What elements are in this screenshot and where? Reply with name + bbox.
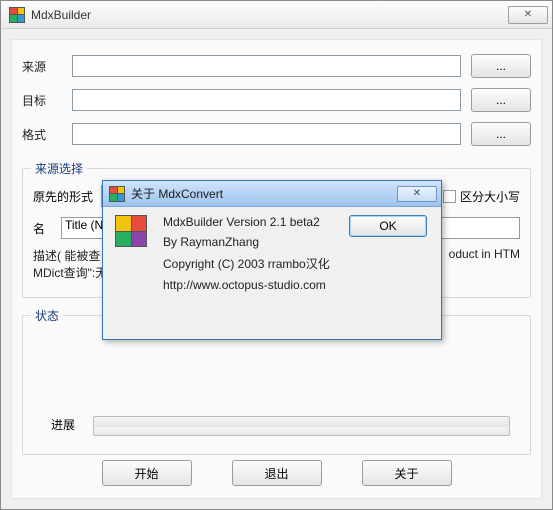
- dialog-line-url: http://www.octopus-studio.com: [163, 278, 429, 292]
- format-label: 格式: [22, 126, 72, 143]
- app-icon: [9, 7, 25, 23]
- desc-right: oduct in HTM: [449, 247, 520, 261]
- name-value: Title (N: [62, 218, 103, 232]
- source-input[interactable]: [72, 55, 461, 77]
- source-browse-button[interactable]: ...: [471, 54, 531, 78]
- target-input[interactable]: [72, 89, 461, 111]
- source-row: 来源 ...: [22, 54, 531, 78]
- target-browse-button[interactable]: ...: [471, 88, 531, 112]
- dialog-close-icon[interactable]: ✕: [397, 186, 437, 202]
- close-icon[interactable]: ✕: [508, 6, 548, 24]
- dialog-title: 关于 MdxConvert: [131, 185, 397, 202]
- source-label: 来源: [22, 58, 72, 75]
- bottom-button-row: 开始 退出 关于: [12, 460, 541, 486]
- source-select-legend: 来源选择: [31, 160, 87, 177]
- dialog-ok-button[interactable]: OK: [349, 215, 427, 237]
- about-button[interactable]: 关于: [362, 460, 452, 486]
- target-label: 目标: [22, 92, 72, 109]
- dialog-line-copyright: Copyright (C) 2003 rrambo汉化: [163, 255, 429, 272]
- dialog-app-icon: [109, 186, 125, 202]
- status-legend: 状态: [31, 307, 63, 324]
- titlebar[interactable]: MdxBuilder ✕: [1, 1, 552, 29]
- name-label: 名: [33, 220, 61, 237]
- format-row: 格式 ...: [22, 122, 531, 146]
- case-checkbox[interactable]: [443, 190, 456, 203]
- mfc-icon: [115, 215, 151, 251]
- format-browse-button[interactable]: ...: [471, 122, 531, 146]
- format-input[interactable]: [72, 123, 461, 145]
- progress-label: 进展: [51, 416, 75, 433]
- original-format-label: 原先的形式: [33, 188, 101, 205]
- dialog-titlebar[interactable]: 关于 MdxConvert ✕: [103, 181, 441, 207]
- window-title: MdxBuilder: [31, 8, 508, 22]
- dialog-line-author: By RaymanZhang: [163, 235, 429, 249]
- exit-button[interactable]: 退出: [232, 460, 322, 486]
- start-button[interactable]: 开始: [102, 460, 192, 486]
- target-row: 目标 ...: [22, 88, 531, 112]
- case-label: 区分大小写: [460, 188, 520, 205]
- progress-bar: [93, 416, 510, 436]
- about-dialog: 关于 MdxConvert ✕ MdxBuilder Version 2.1 b…: [102, 180, 442, 340]
